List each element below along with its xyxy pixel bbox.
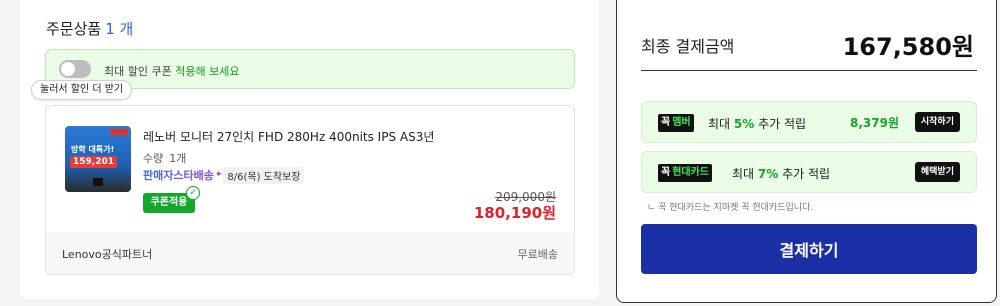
product-thumbnail[interactable]: 방학 대특가! 159,201 xyxy=(65,126,131,192)
thumbnail-price: 159,201 xyxy=(70,156,117,168)
benefit-suffix: 추가 적립 xyxy=(782,167,831,181)
delivery-info: 판매자스타배송 ✦ 8/6(목) 도착보장 xyxy=(143,166,305,184)
order-panel: 주문상품 1 개 최대 할인 쿠폰 적용해 보세요 눌러서 할인 더 받기 방학 … xyxy=(20,0,599,299)
check-icon: ✓ xyxy=(186,186,200,200)
benefit-prefix: 최대 xyxy=(708,117,731,131)
kk-logo-word: 현대카드 xyxy=(672,167,710,178)
benefit-member-text: 최대 5% 추가 적립 xyxy=(708,115,806,132)
product-quantity: 수량 1개 xyxy=(143,150,186,166)
delivery-date: 8/6(목) 도착보장 xyxy=(223,166,305,184)
start-member-button[interactable]: 시작하기 xyxy=(914,112,960,132)
sparkle-icon: ✦ xyxy=(214,170,223,180)
coupon-toggle-accent: 적용해 보세요 xyxy=(175,65,240,78)
delivery-badge: 판매자스타배송 xyxy=(143,169,214,182)
order-title-label: 주문상품 xyxy=(46,20,102,38)
benefit-percent: 5% xyxy=(733,117,755,131)
card-notice: ㄴ 꼭 현대카드는 지마켓 꼭 현대카드입니다. xyxy=(647,203,814,213)
payment-summary-panel: 최종 결제금액 167,580원 꼭 멤버 최대 5% 추가 적립 8,379원 … xyxy=(616,0,997,303)
summary-divider xyxy=(641,70,977,71)
order-title: 주문상품 1 개 xyxy=(46,18,133,39)
benefit-reward: 8,379원 xyxy=(850,116,899,130)
product-name[interactable]: 레노버 모니터 27인치 FHD 280Hz 400nits IPS AS3년 xyxy=(143,128,434,145)
final-amount-label: 최종 결제금액 xyxy=(641,37,735,56)
seller-name[interactable]: Lenovo공식파트너 xyxy=(62,246,152,262)
pay-button[interactable]: 결제하기 xyxy=(641,224,977,274)
shipping-fee: 무료배송 xyxy=(517,248,558,261)
brand-logo-mark xyxy=(110,129,128,135)
benefit-suffix: 추가 적립 xyxy=(758,117,807,131)
benefit-card-text: 최대 7% 추가 적립 xyxy=(732,165,830,182)
order-count: 1 개 xyxy=(105,20,134,38)
order-item-card: 방학 대특가! 159,201 레노버 모니터 27인치 FHD 280Hz 4… xyxy=(45,105,575,275)
coupon-toggle-text: 최대 할인 쿠폰 적용해 보세요 xyxy=(104,63,239,79)
benefit-hyundai-card: 꼭 현대카드 최대 7% 추가 적립 혜택받기 xyxy=(641,151,977,193)
sale-price: 180,190원 xyxy=(473,204,556,222)
coupon-toggle-prefix: 최대 할인 쿠폰 xyxy=(104,65,172,78)
benefit-prefix: 최대 xyxy=(732,167,755,181)
final-amount-value: 167,580원 xyxy=(842,33,974,61)
benefit-percent: 7% xyxy=(757,167,779,181)
kk-logo-k: 꼭 xyxy=(661,117,671,128)
kk-card-logo: 꼭 현대카드 xyxy=(658,164,713,182)
get-benefit-button[interactable]: 혜택받기 xyxy=(914,162,960,182)
benefit-member: 꼭 멤버 최대 5% 추가 적립 8,379원 시작하기 xyxy=(641,101,977,143)
kk-logo-word: 멤버 xyxy=(672,117,691,128)
coupon-toggle-switch[interactable] xyxy=(59,60,91,78)
item-footer: Lenovo공식파트너 무료배송 xyxy=(46,232,574,274)
kk-member-logo: 꼭 멤버 xyxy=(658,114,694,132)
coupon-tooltip: 눌러서 할인 더 받기 xyxy=(31,80,133,100)
kk-logo-k: 꼭 xyxy=(661,167,671,178)
quantity-label: 수량 xyxy=(143,152,164,165)
thumbnail-promo: 방학 대특가! xyxy=(71,145,115,154)
monitor-stand-shape xyxy=(93,178,103,186)
quantity-value: 1개 xyxy=(169,152,187,165)
